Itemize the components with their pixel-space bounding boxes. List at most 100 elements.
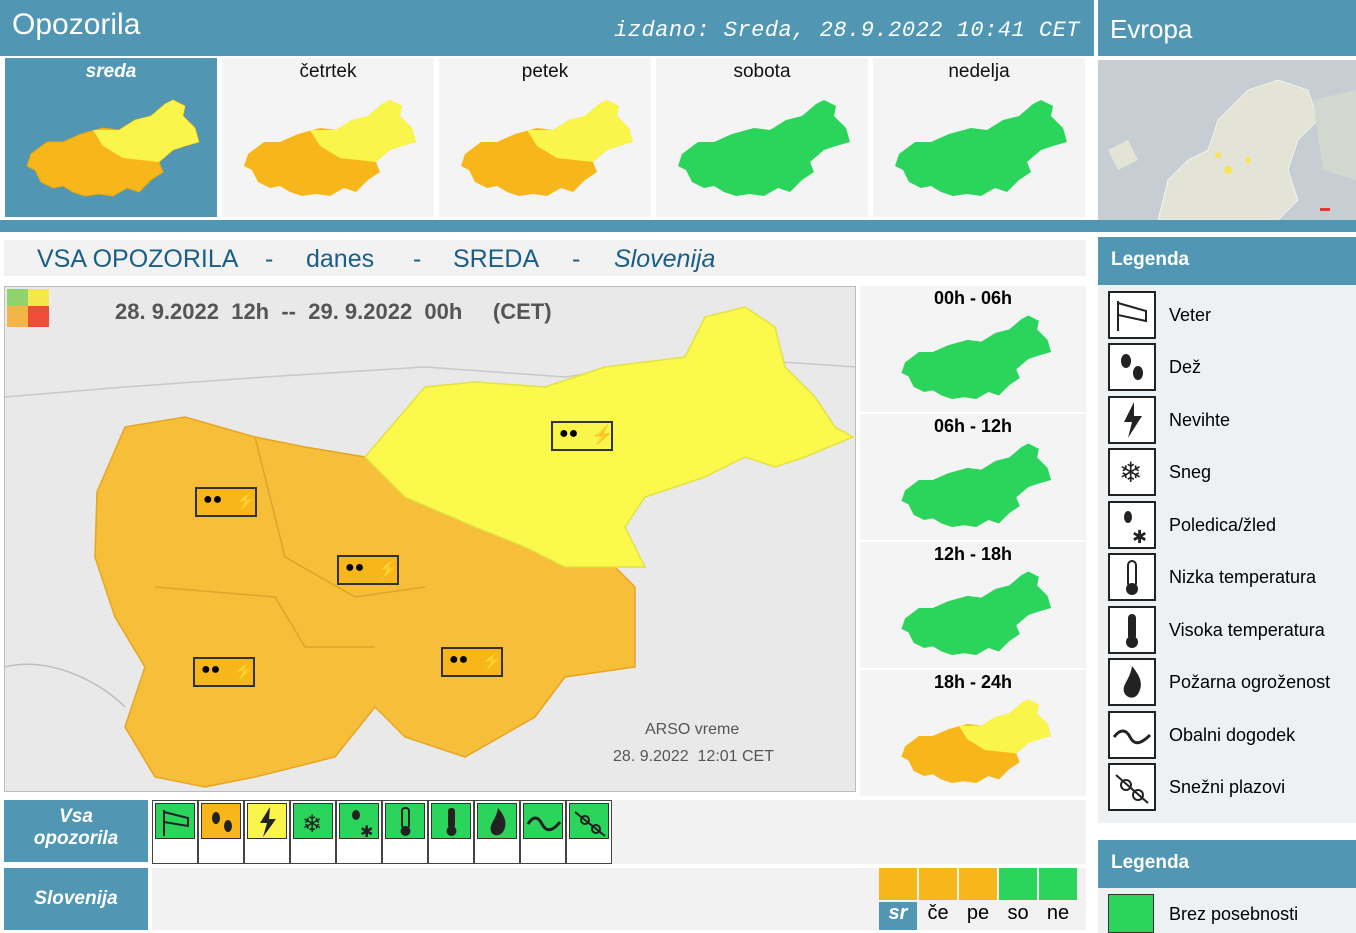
legend-item-label: Požarna ogroženost xyxy=(1169,672,1331,692)
warning-type-button[interactable] xyxy=(382,800,428,864)
low-temperature-icon xyxy=(1108,553,1156,601)
slovenia-mini-map xyxy=(901,315,1052,399)
warning-icons-region[interactable]: ●● ⚡ xyxy=(337,555,399,585)
warning-icons-region[interactable]: ●● ⚡ xyxy=(195,487,257,517)
day-cell-so[interactable]: so xyxy=(999,868,1037,930)
time-slot[interactable]: 00h - 06h xyxy=(860,286,1086,412)
title-all-warnings: VSA OPOZORILA xyxy=(37,245,239,273)
legend-list: Brez posebnosti xyxy=(1098,888,1356,933)
divider-band xyxy=(0,220,1356,232)
warning-type-button[interactable]: ✱ xyxy=(336,800,382,864)
rain-icon xyxy=(1108,343,1156,391)
day-tile-sreda[interactable]: sreda xyxy=(5,58,217,217)
time-slot[interactable]: 12h - 18h xyxy=(860,542,1086,668)
legend-item-label: Sneg xyxy=(1169,462,1212,482)
day-status-swatch xyxy=(1039,868,1077,900)
legend-item: ❄ Sneg xyxy=(1108,448,1352,500)
warning-type-button[interactable] xyxy=(520,800,566,864)
time-slot[interactable]: 18h - 24h xyxy=(860,670,1086,796)
legend-item-label: Nevihte xyxy=(1169,410,1231,430)
warning-icons-region[interactable]: ●● ⚡ xyxy=(551,421,613,451)
rain-icon: ●● xyxy=(203,491,223,508)
legend-item-label: Brez posebnosti xyxy=(1169,904,1299,924)
day-summary-bar: sr če pe so ne xyxy=(152,868,1086,930)
all-warnings-button[interactable]: Vsa opozorila xyxy=(4,800,148,862)
section-title: VSA OPOZORILA - danes - SREDA - Slovenij… xyxy=(4,240,1086,276)
day-tile-petek[interactable]: petek xyxy=(439,58,651,217)
day-tile-label: četrtek xyxy=(299,61,357,82)
day-tile-nedelja[interactable]: nedelja xyxy=(873,58,1085,217)
legend-item: Obalni dogodek xyxy=(1108,711,1352,763)
issued-timestamp: izdano: Sreda, 28.9.2022 10:41 CET xyxy=(614,18,1080,43)
no-warning-swatch xyxy=(1108,894,1154,933)
title-separator: - xyxy=(265,245,274,273)
svg-text:✱: ✱ xyxy=(1132,527,1147,547)
thunderstorm-icon xyxy=(247,803,287,839)
day-cell-label: so xyxy=(1007,902,1029,924)
day-status-swatch xyxy=(999,868,1037,900)
slovenia-mini-map xyxy=(901,699,1052,783)
time-slot-label: 12h - 18h xyxy=(933,544,1013,564)
legend-header: Legenda xyxy=(1098,840,1356,888)
day-cell-ne[interactable]: ne xyxy=(1039,868,1077,930)
region-button[interactable]: Slovenija xyxy=(4,868,148,930)
day-cell-sr[interactable]: sr xyxy=(879,868,917,930)
avalanche-icon xyxy=(1108,763,1156,811)
coastal-event-icon xyxy=(523,803,563,839)
warning-type-button[interactable] xyxy=(474,800,520,864)
warning-icons-region[interactable]: ●● ⚡ xyxy=(193,657,255,687)
legend-item-label: Visoka temperatura xyxy=(1169,620,1325,640)
map-credit-time: 28. 9.2022 12:01 CET xyxy=(613,748,774,765)
slovenia-mini-map xyxy=(901,443,1052,527)
slovenia-mini-map xyxy=(26,99,200,197)
thunderstorm-icon: ⚡ xyxy=(591,425,614,445)
day-tile-cetrtek[interactable]: četrtek xyxy=(222,58,434,217)
legend-item-label: Obalni dogodek xyxy=(1169,725,1296,745)
time-slot[interactable]: 06h - 12h xyxy=(860,414,1086,540)
slovenia-mini-map xyxy=(244,100,416,196)
rain-icon: ●● xyxy=(559,425,579,442)
legend-header: Legenda xyxy=(1098,237,1356,285)
wind-icon xyxy=(1108,291,1156,339)
svg-text:❄: ❄ xyxy=(1119,456,1142,489)
slovenia-mini-map xyxy=(678,100,850,196)
warning-type-button[interactable] xyxy=(198,800,244,864)
warning-type-button[interactable] xyxy=(428,800,474,864)
legend-item: Snežni plazovi xyxy=(1108,763,1352,815)
thunderstorm-icon: ⚡ xyxy=(377,559,400,579)
title-day: SREDA xyxy=(453,245,540,273)
day-cell-pe[interactable]: pe xyxy=(959,868,997,930)
page-title: Opozorila xyxy=(12,8,141,41)
svg-text:❄: ❄ xyxy=(302,810,322,838)
europe-title[interactable]: Evropa xyxy=(1110,14,1192,45)
legend-item: Visoka temperatura xyxy=(1108,606,1352,658)
warning-type-bar: ❄ ✱ xyxy=(152,800,1086,864)
day-tile-label: sreda xyxy=(85,61,137,82)
warning-type-button[interactable]: ❄ xyxy=(290,800,336,864)
time-slot-label: 18h - 24h xyxy=(933,672,1013,692)
day-status-swatch xyxy=(919,868,957,900)
title-separator: - xyxy=(572,245,581,273)
warning-icons-region[interactable]: ●● ⚡ xyxy=(441,647,503,677)
rain-icon: ●● xyxy=(345,559,365,576)
warning-type-button[interactable] xyxy=(566,800,612,864)
day-status-swatch xyxy=(879,868,917,900)
europe-header[interactable]: Evropa xyxy=(1098,0,1356,56)
warning-type-button[interactable] xyxy=(152,800,198,864)
main-warning-map[interactable]: 28. 9.2022 12h -- 29. 9.2022 00h (CET) ●… xyxy=(4,286,856,792)
europe-map[interactable] xyxy=(1098,60,1356,220)
legend-item: Nizka temperatura xyxy=(1108,553,1352,605)
slovenia-mini-map xyxy=(461,100,633,196)
legend-item-label: Nizka temperatura xyxy=(1169,567,1317,587)
warning-type-button[interactable] xyxy=(244,800,290,864)
day-tile-sobota[interactable]: sobota xyxy=(656,58,868,217)
legend-title: Legenda xyxy=(1111,852,1190,873)
legend-item: Požarna ogroženost xyxy=(1108,658,1352,710)
legend-item-label: Veter xyxy=(1169,305,1212,325)
thunderstorm-icon: ⚡ xyxy=(235,491,258,511)
rain-icon: ●● xyxy=(201,661,221,678)
title-separator: - xyxy=(413,245,422,273)
slovenia-mini-map xyxy=(901,571,1052,655)
header-bar: Opozorila izdano: Sreda, 28.9.2022 10:41… xyxy=(0,0,1094,56)
day-cell-ce[interactable]: če xyxy=(919,868,957,930)
